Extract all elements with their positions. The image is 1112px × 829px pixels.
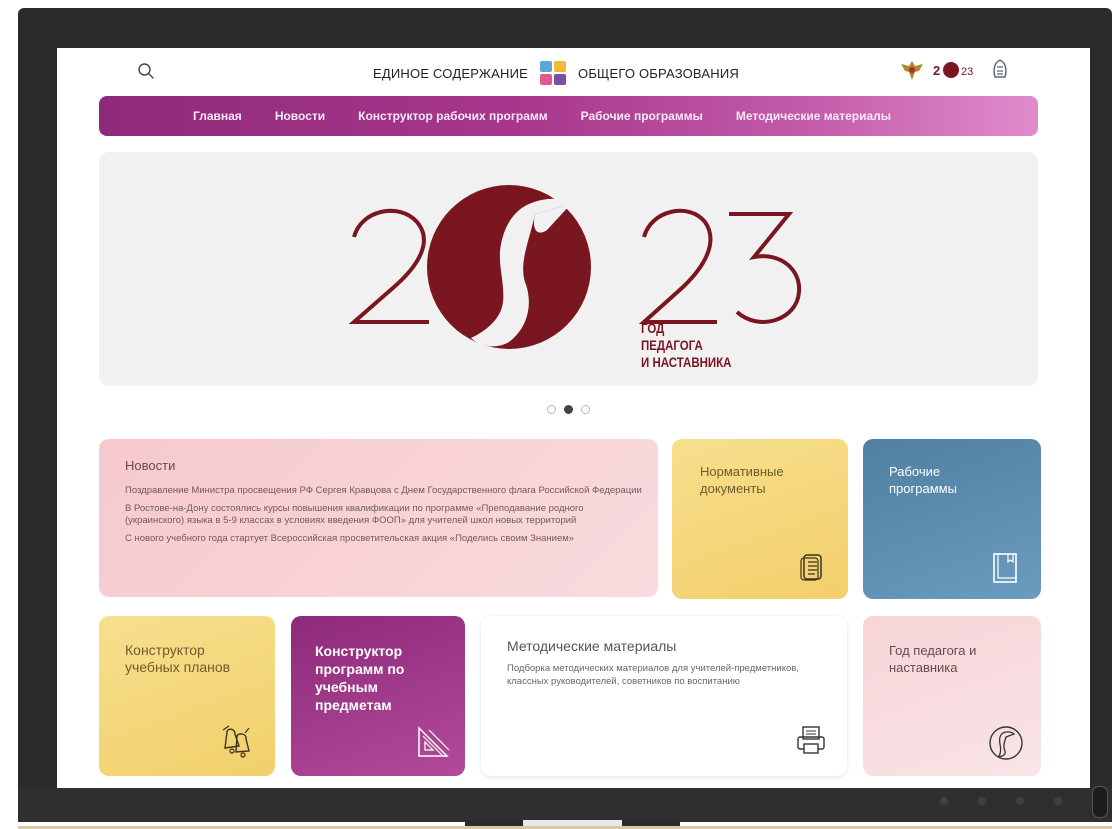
carousel-indicators <box>547 405 590 414</box>
ruler-triangle-icon <box>418 726 450 757</box>
news-list: Поздравление Министра просвещения РФ Сер… <box>125 485 645 551</box>
year-of-teacher-illustration <box>348 185 802 349</box>
caption-line-2: ПЕДАГОГА <box>641 337 703 353</box>
curriculum-constructor-title: Конструктор учебных планов <box>125 642 231 675</box>
carousel-dot[interactable] <box>547 405 556 414</box>
news-item[interactable]: Поздравление Министра просвещения РФ Сер… <box>125 485 645 497</box>
pelican-icon <box>989 726 1023 760</box>
nav-item-methodical-materials[interactable]: Методические материалы <box>736 109 891 123</box>
website-screen: ЕДИНОЕ СОДЕРЖАНИЕ ОБЩЕГО ОБРАЗОВАНИЯ 2 2… <box>57 48 1090 788</box>
banner-caption: ГОД ПЕДАГОГА И НАСТАВНИКА <box>641 320 731 371</box>
year-2023-logo-icon[interactable]: 2 23 <box>933 58 981 82</box>
book-icon <box>993 553 1017 583</box>
monitor-button <box>940 797 948 805</box>
site-header: ЕДИНОЕ СОДЕРЖАНИЕ ОБЩЕГО ОБРАЗОВАНИЯ 2 2… <box>57 48 1090 96</box>
hero-banner[interactable]: ГОД ПЕДАГОГА И НАСТАВНИКА <box>99 152 1038 386</box>
institute-emblem-icon[interactable] <box>989 58 1011 82</box>
year-of-teacher-title: Год педагога и наставника <box>889 643 977 675</box>
nav-item-home[interactable]: Главная <box>193 109 242 123</box>
curriculum-constructor-tile[interactable]: Конструктор учебных планов <box>99 616 275 776</box>
svg-text:23: 23 <box>961 66 973 78</box>
power-button-icon <box>1092 786 1108 818</box>
brand-text-right: ОБЩЕГО ОБРАЗОВАНИЯ <box>578 65 739 81</box>
carousel-dot-active[interactable] <box>564 405 573 414</box>
site-brand[interactable]: ЕДИНОЕ СОДЕРЖАНИЕ ОБЩЕГО ОБРАЗОВАНИЯ <box>373 61 739 85</box>
digit-two-right <box>638 208 717 324</box>
printer-icon <box>797 726 825 754</box>
svg-text:2: 2 <box>933 63 940 78</box>
monitor-button <box>1054 797 1062 805</box>
document-icon <box>800 554 822 581</box>
news-title: Новости <box>125 458 176 473</box>
monitor-bezel-bottom <box>18 786 1112 822</box>
digit-two-left <box>348 208 429 324</box>
methodical-materials-tile[interactable]: Методические материалы Подборка методиче… <box>481 616 847 776</box>
work-programs-title: Рабочие программы <box>889 464 957 496</box>
news-item[interactable]: В Ростове-на-Дону состоялись курсы повыш… <box>125 503 645 527</box>
carousel-dot[interactable] <box>581 405 590 414</box>
nav-item-news[interactable]: Новости <box>275 109 325 123</box>
digit-three <box>729 212 802 324</box>
program-constructor-tile[interactable]: Конструктор программ по учебным предмета… <box>291 616 465 776</box>
search-icon[interactable] <box>137 62 155 80</box>
caption-line-1: ГОД <box>641 320 665 336</box>
brand-logo-icon <box>540 61 567 85</box>
normative-documents-title: Нормативные документы <box>700 464 784 496</box>
methodical-materials-title: Методические материалы <box>507 638 677 654</box>
eagle-emblem-icon[interactable] <box>899 58 925 82</box>
partner-logos: 2 23 <box>899 58 1011 82</box>
normative-documents-tile[interactable]: Нормативные документы <box>672 439 848 599</box>
bells-icon <box>222 725 250 758</box>
year-of-teacher-tile[interactable]: Год педагога и наставника <box>863 616 1041 776</box>
nav-item-program-constructor[interactable]: Конструктор рабочих программ <box>358 109 547 123</box>
work-programs-tile[interactable]: Рабочие программы <box>863 439 1041 599</box>
main-navigation: Главная Новости Конструктор рабочих прог… <box>99 96 1038 136</box>
nav-item-work-programs[interactable]: Рабочие программы <box>581 109 703 123</box>
monitor-button <box>978 797 986 805</box>
caption-line-3: И НАСТАВНИКА <box>641 354 732 370</box>
program-constructor-title: Конструктор программ по учебным предмета… <box>315 643 405 713</box>
news-tile[interactable]: Новости Поздравление Министра просвещени… <box>99 439 658 597</box>
brand-text-left: ЕДИНОЕ СОДЕРЖАНИЕ <box>373 65 529 81</box>
news-item[interactable]: С нового учебного года стартует Всеросси… <box>125 533 645 545</box>
monitor-button <box>1016 797 1024 805</box>
methodical-materials-description: Подборка методических материалов для учи… <box>507 663 799 687</box>
